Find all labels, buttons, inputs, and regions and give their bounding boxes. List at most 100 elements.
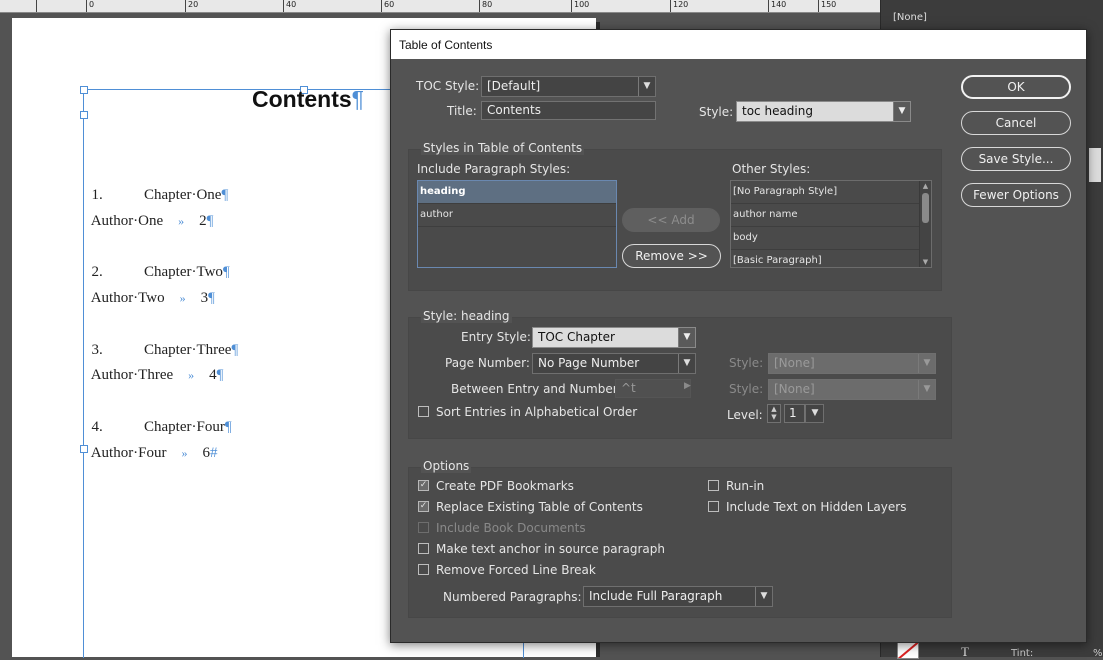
between-entry-label: Between Entry and Number: bbox=[451, 382, 622, 396]
numbered-paragraphs-value: Include Full Paragraph bbox=[589, 589, 723, 603]
list-item[interactable]: [No Paragraph Style] bbox=[731, 181, 931, 204]
author-text: Author·Four bbox=[90, 445, 167, 461]
scroll-down-icon[interactable]: ▼ bbox=[920, 257, 931, 267]
ruler-tick: 80 bbox=[479, 0, 492, 12]
create-pdf-bookmarks-label[interactable]: Create PDF Bookmarks bbox=[436, 479, 574, 493]
title-label: Title: bbox=[447, 104, 477, 118]
ruler-tick: 120 bbox=[670, 0, 688, 12]
ruler-tick: 150 bbox=[818, 0, 836, 12]
include-hidden-layers-checkbox[interactable] bbox=[708, 501, 719, 512]
chevron-down-icon: ▼ bbox=[755, 587, 772, 606]
include-hidden-layers-label[interactable]: Include Text on Hidden Layers bbox=[726, 500, 906, 514]
between-style-label: Style: bbox=[729, 382, 764, 396]
tab-marker: » bbox=[179, 291, 186, 305]
add-style-button[interactable]: << Add bbox=[622, 208, 720, 232]
list-scrollbar[interactable]: ▲ ▼ bbox=[919, 181, 931, 267]
chevron-right-icon[interactable]: ▶ bbox=[684, 381, 691, 391]
dialog-title: Table of Contents bbox=[399, 38, 493, 52]
between-style-dropdown[interactable]: [None] ▼ bbox=[768, 379, 936, 400]
title-style-dropdown[interactable]: toc heading ▼ bbox=[736, 101, 911, 122]
scroll-thumb[interactable] bbox=[922, 193, 929, 223]
create-pdf-bookmarks-checkbox[interactable]: ✓ bbox=[418, 480, 429, 491]
between-style-value: [None] bbox=[774, 382, 815, 396]
replace-existing-label[interactable]: Replace Existing Table of Contents bbox=[436, 500, 643, 514]
page-number-style-label: Style: bbox=[729, 356, 764, 370]
page-number-text: 2 bbox=[199, 213, 207, 229]
make-anchor-checkbox[interactable] bbox=[418, 543, 429, 554]
pilcrow-mark: ¶ bbox=[224, 419, 232, 435]
toc-author-line: Author·One » 2¶ bbox=[84, 196, 214, 230]
list-item[interactable]: [Basic Paragraph] bbox=[731, 250, 931, 267]
dialog-titlebar[interactable]: Table of Contents bbox=[391, 30, 1086, 59]
style-heading-title: Style: heading bbox=[421, 309, 512, 323]
include-styles-label: Include Paragraph Styles: bbox=[417, 162, 571, 176]
level-label: Level: bbox=[727, 408, 763, 422]
frame-handle[interactable] bbox=[80, 86, 88, 94]
toc-title-text: Contents bbox=[252, 86, 352, 112]
page-number-value: No Page Number bbox=[538, 356, 640, 370]
remove-forced-break-checkbox[interactable] bbox=[418, 564, 429, 575]
document-toc-title: Contents¶ bbox=[252, 86, 364, 113]
ruler-tick: 60 bbox=[381, 0, 394, 12]
chevron-down-icon: ▼ bbox=[811, 408, 819, 418]
between-entry-input[interactable]: ^t bbox=[615, 379, 691, 398]
tint-label: Tint: bbox=[1011, 648, 1034, 659]
ok-button[interactable]: OK bbox=[961, 75, 1071, 99]
list-item[interactable]: body bbox=[731, 227, 931, 250]
text-formatting-icon[interactable]: T bbox=[961, 644, 969, 660]
cancel-button[interactable]: Cancel bbox=[961, 111, 1071, 135]
entry-style-value: TOC Chapter bbox=[538, 330, 615, 344]
numbered-paragraphs-dropdown[interactable]: Include Full Paragraph ▼ bbox=[583, 586, 773, 607]
chevron-down-icon: ▼ bbox=[638, 77, 655, 96]
title-input[interactable]: Contents bbox=[481, 101, 656, 120]
page-number-dropdown[interactable]: No Page Number ▼ bbox=[532, 353, 696, 374]
list-item[interactable]: heading bbox=[418, 181, 616, 204]
run-in-checkbox[interactable] bbox=[708, 480, 719, 491]
other-styles-list[interactable]: [No Paragraph Style] author name body [B… bbox=[730, 180, 932, 268]
sort-alphabetical-label[interactable]: Sort Entries in Alphabetical Order bbox=[436, 405, 637, 419]
level-input[interactable]: 1 bbox=[784, 404, 805, 423]
make-anchor-label[interactable]: Make text anchor in source paragraph bbox=[436, 542, 665, 556]
ruler-tick: 40 bbox=[283, 0, 296, 12]
level-stepper-arrows[interactable]: ▲ ▼ bbox=[767, 404, 781, 423]
scroll-up-icon[interactable]: ▲ bbox=[920, 181, 931, 191]
include-book-documents-checkbox[interactable] bbox=[418, 522, 429, 533]
run-in-label[interactable]: Run-in bbox=[726, 479, 764, 493]
remove-forced-break-label[interactable]: Remove Forced Line Break bbox=[436, 563, 596, 577]
pilcrow-mark: ¶ bbox=[206, 213, 214, 229]
sort-alphabetical-checkbox[interactable] bbox=[418, 406, 429, 417]
swatch-none-label[interactable]: [None] bbox=[893, 12, 927, 23]
title-style-label: Style: bbox=[699, 105, 734, 119]
save-style-button[interactable]: Save Style... bbox=[961, 147, 1071, 171]
level-dropdown[interactable]: ▼ bbox=[805, 404, 824, 423]
toc-author-line: Author·Two » 3¶ bbox=[84, 273, 215, 307]
list-item[interactable]: author name bbox=[731, 204, 931, 227]
tab-marker: » bbox=[181, 446, 188, 460]
pilcrow-mark: ¶ bbox=[351, 86, 365, 112]
toc-dialog: Table of Contents TOC Style: [Default] ▼… bbox=[390, 29, 1087, 643]
page-number-style-dropdown[interactable]: [None] ▼ bbox=[768, 353, 936, 374]
fewer-options-button[interactable]: Fewer Options bbox=[961, 183, 1071, 207]
include-book-documents-label: Include Book Documents bbox=[436, 521, 586, 535]
ruler-tick: 140 bbox=[768, 0, 786, 12]
list-item[interactable]: author bbox=[418, 204, 616, 227]
entry-style-dropdown[interactable]: TOC Chapter ▼ bbox=[532, 327, 696, 348]
include-styles-list[interactable]: heading author bbox=[417, 180, 617, 268]
entry-style-label: Entry Style: bbox=[461, 330, 531, 344]
toc-author-line: Author·Four » 6# bbox=[84, 428, 218, 462]
pilcrow-mark: ¶ bbox=[231, 342, 239, 358]
toc-style-label: TOC Style: bbox=[416, 79, 480, 93]
ruler-tick bbox=[36, 0, 39, 12]
frame-inport-handle[interactable] bbox=[80, 111, 88, 119]
toc-style-value: [Default] bbox=[487, 79, 541, 93]
panel-swatch[interactable] bbox=[1089, 148, 1101, 182]
other-styles-label: Other Styles: bbox=[732, 162, 811, 176]
author-text: Author·Two bbox=[90, 290, 165, 306]
ruler-tick: 0 bbox=[86, 0, 94, 12]
styles-group-title: Styles in Table of Contents bbox=[421, 141, 585, 155]
toc-style-dropdown[interactable]: [Default] ▼ bbox=[481, 76, 656, 97]
chevron-down-icon: ▼ bbox=[918, 380, 935, 399]
replace-existing-checkbox[interactable]: ✓ bbox=[418, 501, 429, 512]
pilcrow-mark: ¶ bbox=[222, 264, 230, 280]
remove-style-button[interactable]: Remove >> bbox=[622, 244, 721, 268]
